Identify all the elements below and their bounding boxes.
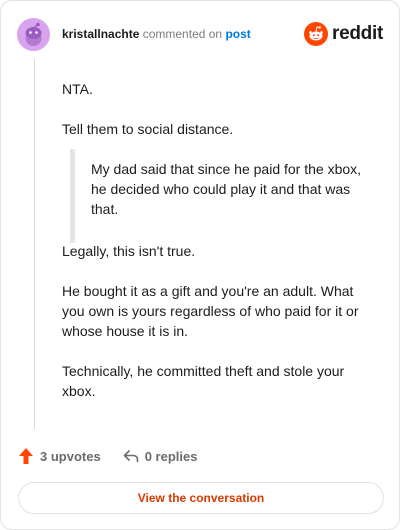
view-conversation-button[interactable]: View the conversation [18,482,384,514]
comment-embed-card: kristallnachte commented on post reddit … [0,0,400,530]
comment-paragraph: Tell them to social distance. [62,121,234,137]
snoo-avatar-icon [17,17,50,51]
action-text: commented on [142,27,223,41]
comment-paragraph: He bought it as a gift and you're an adu… [62,283,359,339]
reddit-logo[interactable]: reddit [304,22,383,46]
reddit-wordmark: reddit [332,23,383,44]
quote-text: My dad said that since he paid for the x… [91,161,362,217]
comment-body: NTA. Tell them to social distance. My da… [62,79,372,421]
reply-arrow-icon [123,450,138,463]
avatar[interactable] [17,17,50,51]
post-link[interactable]: post [225,27,250,41]
upvote-count: 3 upvotes [40,448,101,464]
reply-button[interactable]: 0 replies [123,448,198,464]
author-link[interactable]: kristallnachte [62,27,139,41]
blockquote: My dad said that since he paid for the x… [62,149,372,243]
byline: kristallnachte commented on post [62,26,251,42]
reply-count: 0 replies [144,448,198,464]
upvote-button[interactable]: 3 upvotes [18,447,101,465]
comment-paragraph: Technically, he committed theft and stol… [62,363,345,399]
reddit-alien-icon [304,22,329,46]
comment-paragraph: NTA. [62,81,93,97]
comment-paragraph: Legally, this isn't true. [62,243,196,259]
upvote-arrow-icon [19,448,33,464]
comment-header: kristallnachte commented on post reddit [17,17,383,51]
thread-line [34,59,35,429]
comment-actions: 3 upvotes 0 replies [18,447,197,465]
